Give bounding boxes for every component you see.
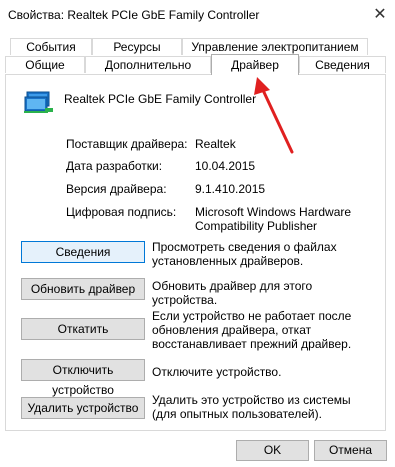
tab-resources[interactable]: Ресурсы — [92, 38, 182, 55]
rollback-driver-button[interactable]: Откатить — [21, 318, 145, 340]
provider-value: Realtek — [195, 137, 236, 151]
rollback-driver-description: Если устройство не работает после обновл… — [152, 309, 352, 351]
signature-label: Цифровая подпись: — [66, 205, 177, 219]
window-title: Свойства: Realtek PCIe GbE Family Contro… — [8, 8, 260, 22]
date-value: 10.04.2015 — [195, 159, 256, 173]
update-driver-button[interactable]: Обновить драйвер — [21, 278, 145, 300]
tab-events[interactable]: События — [10, 38, 92, 55]
signature-value: Microsoft Windows Hardware Compatibility… — [195, 205, 352, 233]
disable-device-description: Отключите устройство. — [152, 365, 282, 379]
details-description: Просмотреть сведения о файлах установлен… — [152, 240, 337, 268]
network-adapter-icon — [24, 91, 53, 113]
device-name: Realtek PCIe GbE Family Controller — [64, 92, 257, 106]
ok-button[interactable]: OK — [236, 440, 309, 461]
close-icon[interactable]: ✕ — [365, 0, 395, 30]
uninstall-device-description: Удалить это устройство из системы (для о… — [152, 393, 351, 421]
version-label: Версия драйвера: — [66, 182, 167, 196]
disable-device-button[interactable]: Отключить устройство — [21, 359, 145, 397]
uninstall-device-button[interactable]: Удалить устройство — [21, 397, 145, 419]
title-bar: Свойства: Realtek PCIe GbE Family Contro… — [0, 0, 395, 30]
details-button[interactable]: Сведения — [21, 241, 145, 263]
tab-driver[interactable]: Драйвер — [211, 54, 299, 75]
date-label: Дата разработки: — [66, 159, 163, 173]
cancel-button[interactable]: Отмена — [314, 440, 387, 461]
tab-power-management[interactable]: Управление электропитанием — [182, 38, 368, 55]
version-value: 9.1.410.2015 — [195, 182, 266, 196]
update-driver-description: Обновить драйвер для этого устройства. — [152, 279, 313, 307]
tab-general[interactable]: Общие — [5, 56, 85, 73]
tab-details[interactable]: Сведения — [299, 56, 386, 73]
provider-label: Поставщик драйвера: — [66, 137, 188, 151]
tab-advanced[interactable]: Дополнительно — [85, 56, 211, 73]
